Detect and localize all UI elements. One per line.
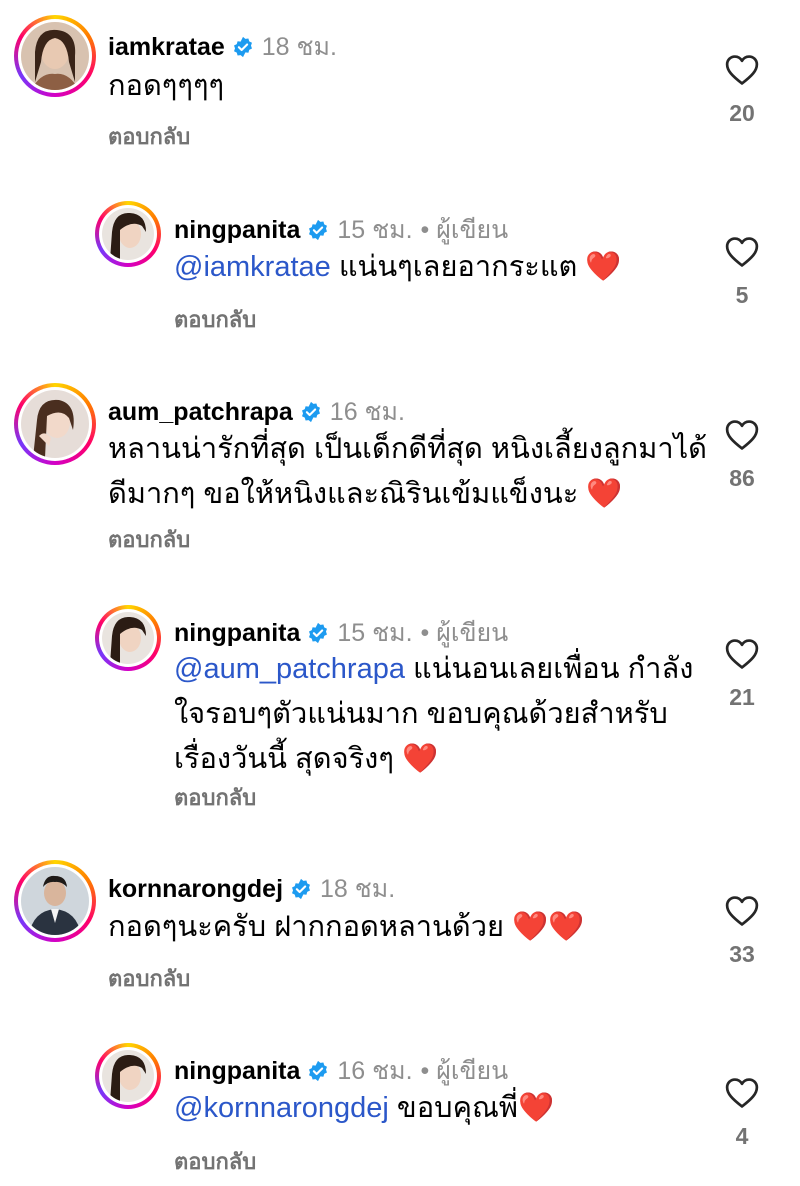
username[interactable]: iamkratae [108,33,225,62]
like-control: 20 [712,54,772,127]
like-control: 5 [712,236,772,309]
timestamp: 16 ชม. [329,398,405,426]
comment-text: @kornnarongdej ขอบคุณพี่❤️ [174,1092,555,1124]
verified-badge-icon [301,401,320,423]
like-control: 4 [712,1077,772,1150]
username[interactable]: ningpanita [174,619,300,648]
comment-text: กอดๆๆๆๆ [108,70,225,102]
like-count: 21 [729,684,755,710]
timestamp: 18 ชม. [320,875,396,903]
reply-button[interactable]: ตอบกลับ [108,119,190,154]
comment-text: @iamkratae แน่นๆเลยอากระแต ❤️ [174,251,622,283]
avatar[interactable] [95,605,161,671]
username[interactable]: aum_patchrapa [108,398,293,427]
comment-text: @aum_patchrapa แน่นอนเลยเพื่อน กำลัง ใจร… [174,653,694,775]
author-tag: • ผู้เขียน [420,1057,509,1085]
reply-button[interactable]: ตอบกลับ [174,302,256,337]
avatar[interactable] [14,383,96,465]
avatar[interactable] [14,15,96,97]
verified-badge-icon [309,622,328,644]
reply-button[interactable]: ตอบกลับ [108,522,190,557]
reply-button[interactable]: ตอบกลับ [174,780,256,815]
reply-button[interactable]: ตอบกลับ [108,961,190,996]
heart-outline-icon[interactable] [725,54,759,86]
like-count: 86 [729,465,755,491]
like-count: 20 [729,100,755,126]
timestamp: 15 ชม. [337,216,413,244]
like-control: 33 [712,895,772,968]
verified-badge-icon [309,219,328,241]
like-count: 33 [729,941,755,967]
heart-outline-icon[interactable] [725,419,759,451]
avatar[interactable] [14,860,96,942]
verified-badge-icon [309,1060,328,1082]
comment-text: กอดๆนะครับ ฝากกอดหลานด้วย ❤️❤️ [108,911,585,943]
comment-text: หลานน่ารักที่สุด เป็นเด็กดีที่สุด หนิงเล… [108,433,708,510]
mention-link[interactable]: @iamkratae [174,251,331,283]
timestamp: 16 ชม. [337,1057,413,1085]
mention-link[interactable]: @aum_patchrapa [174,653,405,685]
heart-outline-icon[interactable] [725,638,759,670]
like-control: 21 [712,638,772,711]
like-count: 5 [735,282,749,308]
avatar[interactable] [95,201,161,267]
heart-outline-icon[interactable] [725,1077,759,1109]
reply-button[interactable]: ตอบกลับ [174,1144,256,1179]
heart-outline-icon[interactable] [725,895,759,927]
verified-badge-icon [292,878,310,900]
username[interactable]: ningpanita [174,1057,300,1086]
username[interactable]: kornnarongdej [108,875,283,904]
heart-outline-icon[interactable] [725,236,759,268]
avatar[interactable] [95,1043,161,1109]
verified-badge-icon [233,36,252,58]
like-control: 86 [712,419,772,492]
author-tag: • ผู้เขียน [420,216,509,244]
like-count: 4 [735,1123,749,1149]
mention-link[interactable]: @kornnarongdej [174,1092,389,1124]
timestamp: 18 ชม. [261,33,337,61]
username[interactable]: ningpanita [174,216,300,245]
